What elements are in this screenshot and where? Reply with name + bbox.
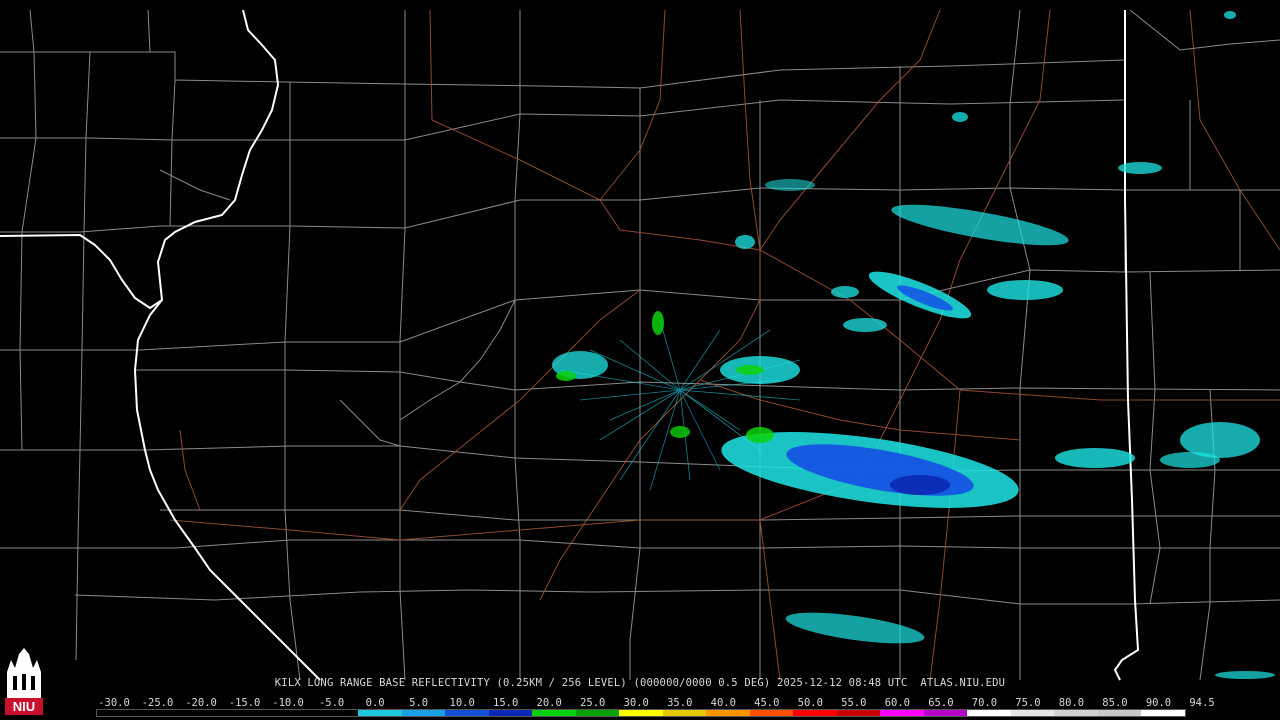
colorbar-segment [314,710,359,716]
legend-label: 0.0 [365,697,385,709]
legend-label: -30.0 [98,697,130,709]
colorbar-segment [836,710,881,716]
legend-colorbar [96,709,1186,717]
colorbar-segment [923,710,968,716]
colorbar-segment [271,710,315,716]
highways [169,9,1280,681]
legend-label: 25.0 [580,697,606,709]
colorbar-segment [662,710,707,716]
legend-label: 80.0 [1058,697,1085,709]
legend-label: 65.0 [928,697,954,709]
colorbar-segment [1097,710,1142,716]
legend-label: -15.0 [228,697,261,709]
legend-label: 30.0 [623,697,649,709]
colorbar-segment [532,710,576,716]
map-caption: KILX LONG RANGE BASE REFLECTIVITY (0.25K… [274,677,1006,689]
colorbar-segment [880,710,924,716]
radar-echoes [552,11,1275,679]
legend-label: 15.0 [493,697,519,709]
legend-labels: -30.0 -25.0 -20.0 -15.0 -10.0 -5.0 0.0 5.0 10.0 1… [96,697,1214,709]
colorbar-segment [184,710,228,716]
radar-map [0,9,1280,681]
legend-label: -20.0 [185,697,217,709]
legend-label: 35.0 [667,697,693,709]
colorbar-segment [1141,710,1185,716]
legend-label: 5.0 [409,697,429,709]
county-boundaries [0,9,1280,681]
state-boundaries [0,9,1140,681]
colorbar-segment [967,710,1011,716]
legend-label: -5.0 [318,697,345,709]
legend-label: 45.0 [754,697,780,709]
colorbar-segment [706,710,750,716]
legend-label: 85.0 [1102,697,1128,709]
colorbar-segment [227,710,272,716]
colorbar-segment [749,710,794,716]
colorbar-segment [575,710,620,716]
legend-label: 50.0 [797,697,823,709]
legend-label: 60.0 [884,697,911,709]
logo-text: NIU [13,699,35,714]
colorbar-segment [793,710,837,716]
colorbar-segment [488,710,533,716]
colorbar-segment [619,710,663,716]
legend-label: 94.5 [1189,697,1215,709]
legend-label: -25.0 [141,697,174,709]
colorbar-segment [401,710,446,716]
legend-label: -10.0 [272,697,304,709]
legend-label: 20.0 [536,697,562,709]
legend-label: 55.0 [841,697,867,709]
colorbar-segment [1054,710,1098,716]
legend-label: 75.0 [1015,697,1041,709]
colorbar-segment [140,710,185,716]
legend-label: 90.0 [1145,697,1172,709]
colorbar-segment [358,710,402,716]
legend-label: 10.0 [449,697,475,709]
colorbar-segment [97,710,141,716]
colorbar-segment [445,710,489,716]
legend-label: 70.0 [971,697,998,709]
colorbar-segment [1010,710,1055,716]
legend-label: 40.0 [710,697,736,709]
